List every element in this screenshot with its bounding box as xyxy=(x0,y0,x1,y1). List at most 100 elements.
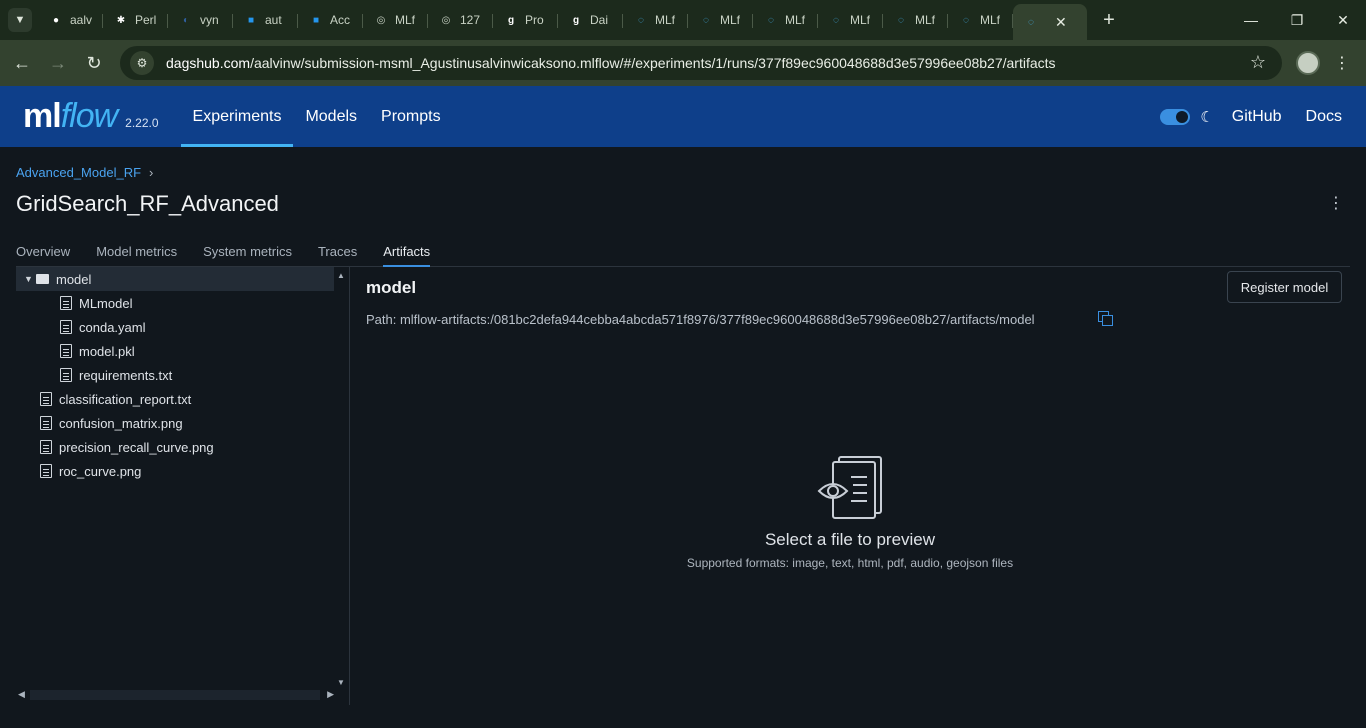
tab-artifacts[interactable]: Artifacts xyxy=(383,236,430,267)
browser-tab[interactable]: ◌ MLf xyxy=(688,4,753,36)
copy-icon[interactable] xyxy=(1098,311,1113,326)
mlflow-icon: ◌ xyxy=(963,14,969,26)
docs-link[interactable]: Docs xyxy=(1306,108,1342,126)
github-icon: ● xyxy=(52,14,60,26)
browser-tab[interactable]: ◌ MLf xyxy=(623,4,688,36)
file-icon xyxy=(60,320,72,334)
run-tabs: Overview Model metrics System metrics Tr… xyxy=(16,236,1350,267)
tab-overview[interactable]: Overview xyxy=(16,236,70,266)
nav-models[interactable]: Models xyxy=(293,86,369,147)
browser-tab-label: Perl xyxy=(135,13,157,27)
scroll-thumb[interactable] xyxy=(30,690,320,700)
browser-tab-label: MLf xyxy=(655,13,676,27)
vyn-icon: ◐ xyxy=(182,14,190,26)
tab-search-button[interactable]: ▼ xyxy=(8,8,32,32)
dark-mode-toggle[interactable] xyxy=(1160,108,1191,125)
browser-tab[interactable]: ◌ MLf xyxy=(818,4,883,36)
browser-tab-label: Acc xyxy=(330,13,351,27)
tree-child-file[interactable]: requirements.txt xyxy=(16,363,349,387)
reload-button[interactable]: ↻ xyxy=(76,45,112,81)
caret-down-icon[interactable]: ▼ xyxy=(24,274,36,284)
browser-tab[interactable]: ✱ Perl xyxy=(103,4,168,36)
browser-tab[interactable]: ◌MLf✕ xyxy=(1013,4,1087,40)
browser-tab[interactable]: ◌ MLf xyxy=(948,4,1013,36)
back-button[interactable]: ← xyxy=(4,45,40,81)
file-icon xyxy=(60,344,72,358)
close-window-button[interactable]: ✕ xyxy=(1320,0,1366,40)
mlflow-logo[interactable]: ml flow 2.22.0 xyxy=(23,97,159,136)
tree-file-label: MLmodel xyxy=(79,295,133,311)
tree-child-file[interactable]: model.pkl xyxy=(16,339,349,363)
tree-file[interactable]: confusion_matrix.png xyxy=(16,411,349,435)
bookmark-star-icon[interactable]: ☆ xyxy=(1250,52,1266,73)
restore-button[interactable]: ❐ xyxy=(1274,0,1320,40)
tree-file[interactable]: roc_curve.png xyxy=(16,459,349,483)
perplexity-icon: ✱ xyxy=(116,14,126,26)
tree-file-label: precision_recall_curve.png xyxy=(59,439,214,455)
address-bar[interactable]: ⚙ dagshub.com/aalvinw/submission-msml_Ag… xyxy=(120,46,1282,80)
tree-file[interactable]: classification_report.txt xyxy=(16,387,349,411)
tree-file[interactable]: precision_recall_curve.png xyxy=(16,435,349,459)
github-link[interactable]: GitHub xyxy=(1232,108,1282,126)
file-icon xyxy=(40,392,52,406)
browser-tab[interactable]: g Dai xyxy=(558,4,623,36)
browser-tab-label: MLf xyxy=(850,13,871,27)
nav-prompts[interactable]: Prompts xyxy=(369,86,453,147)
globe-icon: ◎ xyxy=(441,14,451,26)
tree-folder-label: model xyxy=(56,271,92,287)
file-icon xyxy=(40,440,52,454)
browser-tab-label: Dai xyxy=(590,13,609,27)
scroll-down-icon[interactable]: ▼ xyxy=(337,678,345,687)
mlflow-icon: ◌ xyxy=(833,14,839,26)
artifact-name: model xyxy=(366,278,417,297)
nav-experiments[interactable]: Experiments xyxy=(180,86,294,147)
new-tab-button[interactable]: + xyxy=(1095,6,1123,34)
browser-tab[interactable]: ◌ MLf xyxy=(753,4,818,36)
chevron-down-icon: ▼ xyxy=(14,14,26,26)
browser-tab[interactable]: ■ Acc xyxy=(298,4,363,36)
arrow-left-icon: ← xyxy=(13,52,31,73)
folder-icon xyxy=(36,274,49,284)
scroll-up-icon[interactable]: ▲ xyxy=(337,271,345,280)
scroll-left-icon[interactable]: ◀ xyxy=(18,689,25,700)
browser-tab-label: aalv xyxy=(70,13,93,27)
file-icon xyxy=(60,296,72,310)
browser-tab[interactable]: ◎ MLf xyxy=(363,4,428,36)
browser-tab[interactable]: ◐ vyn xyxy=(168,4,233,36)
browser-tab[interactable]: g Pro xyxy=(493,4,558,36)
scroll-right-icon[interactable]: ▶ xyxy=(327,689,334,700)
docker-icon: ■ xyxy=(312,14,320,26)
tree-vertical-scrollbar[interactable]: ▲ ▼ xyxy=(333,267,349,687)
tab-system-metrics[interactable]: System metrics xyxy=(203,236,292,266)
empty-state-title: Select a file to preview xyxy=(764,530,936,549)
browser-tab[interactable]: ◌ MLf xyxy=(883,4,948,36)
minimize-button[interactable]: — xyxy=(1228,0,1274,40)
url-text: dagshub.com/aalvinw/submission-msml_Agus… xyxy=(166,55,1056,71)
tab-model-metrics[interactable]: Model metrics xyxy=(96,236,177,266)
more-options-icon[interactable]: ⋮ xyxy=(1328,193,1344,213)
tree-child-file[interactable]: MLmodel xyxy=(16,291,349,315)
chrome-menu-icon[interactable]: ⋮ xyxy=(1334,53,1350,73)
window-controls: — ❐ ✕ xyxy=(1228,0,1366,40)
empty-state-subtitle: Supported formats: image, text, html, pd… xyxy=(686,556,1014,570)
close-tab-icon[interactable]: ✕ xyxy=(1055,14,1067,31)
tab-traces[interactable]: Traces xyxy=(318,236,357,266)
browser-tab[interactable]: ◎ 127 xyxy=(428,4,493,36)
tree-folder-model[interactable]: ▼ model xyxy=(16,267,334,291)
browser-tab-label: MLf xyxy=(915,13,936,27)
forward-button[interactable]: → xyxy=(40,45,76,81)
browser-tab[interactable]: ■ aut xyxy=(233,4,298,36)
breadcrumb-experiment-link[interactable]: Advanced_Model_RF xyxy=(16,165,141,180)
site-settings-icon[interactable]: ⚙ xyxy=(130,51,154,75)
file-preview-icon xyxy=(817,456,882,519)
tree-horizontal-scrollbar[interactable]: ◀ ▶ xyxy=(16,687,334,703)
dagshub-icon: g xyxy=(507,14,515,26)
register-model-button[interactable]: Register model xyxy=(1227,271,1342,303)
profile-avatar[interactable] xyxy=(1296,51,1320,75)
moon-icon: ☾ xyxy=(1200,108,1214,126)
tree-child-file[interactable]: conda.yaml xyxy=(16,315,349,339)
logo-ml: ml xyxy=(23,97,62,135)
browser-tab[interactable]: ● aalv xyxy=(38,4,103,36)
tree-file-label: requirements.txt xyxy=(79,367,173,383)
tree-files: classification_report.txt confusion_matri… xyxy=(16,387,349,483)
